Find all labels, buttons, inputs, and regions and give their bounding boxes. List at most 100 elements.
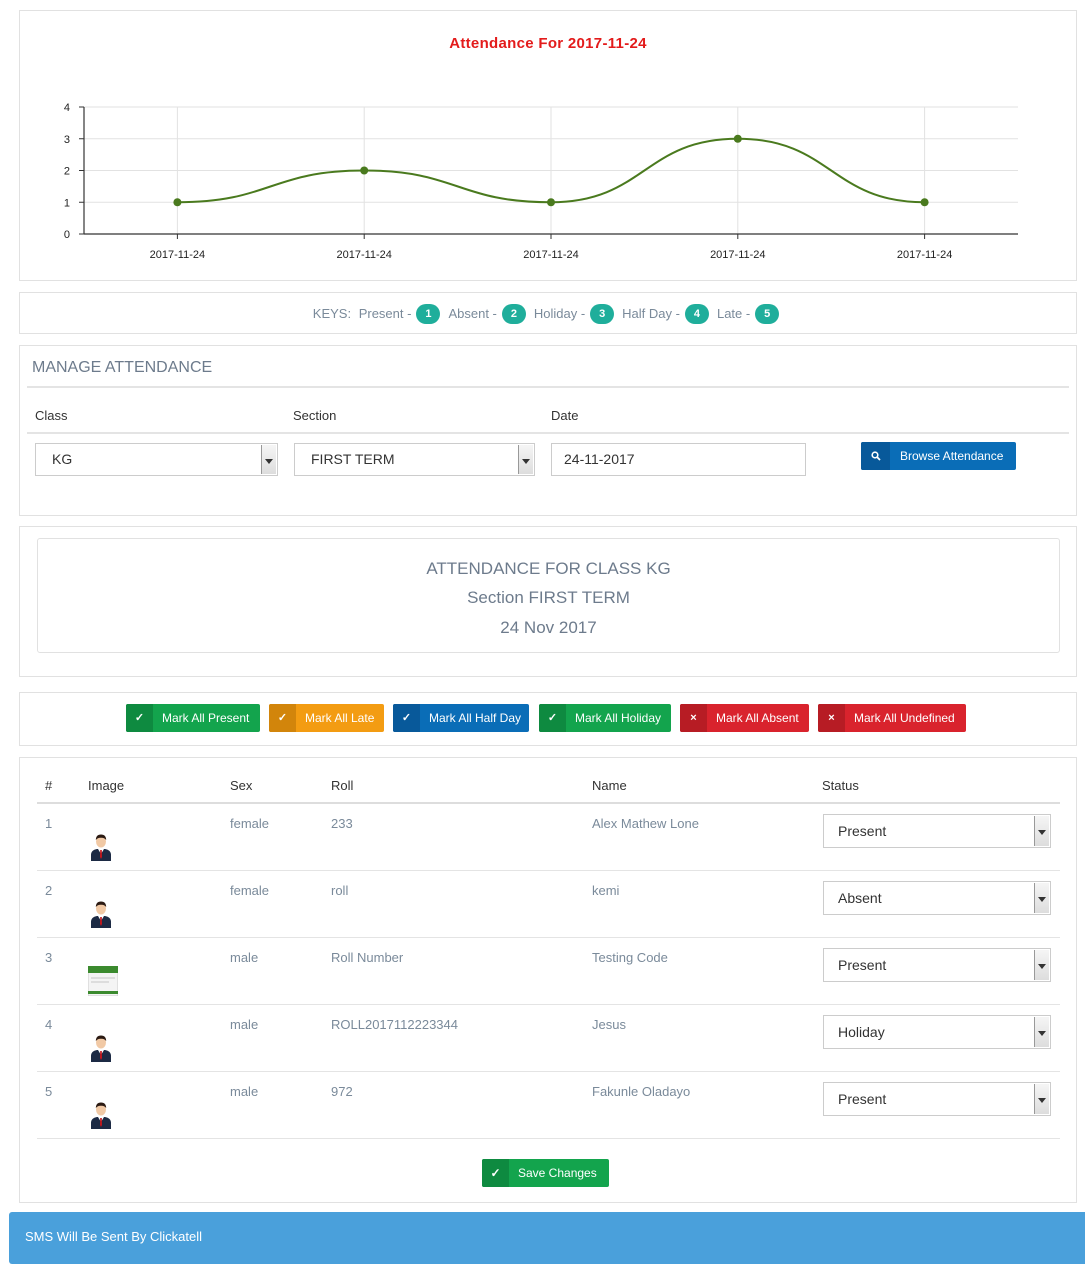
y-tick-label: 4 (64, 102, 70, 114)
y-tick-label: 1 (64, 197, 70, 209)
section-select[interactable]: FIRST TERM (294, 443, 535, 476)
browse-attendance-button[interactable]: Browse Attendance (861, 442, 1016, 470)
row-roll: 233 (331, 816, 353, 831)
mark-all-button[interactable]: ✓ Mark All Late (269, 704, 384, 732)
status-select-value: Present (838, 957, 887, 973)
key-label: Holiday - (533, 306, 586, 321)
date-label: Date (551, 408, 579, 423)
row-roll: roll (331, 883, 349, 898)
mark-all-button-label: Mark All Present (162, 711, 250, 725)
dropdown-arrow-icon[interactable] (261, 445, 276, 474)
class-summary-box: ATTENDANCE FOR CLASS KG Section FIRST TE… (37, 538, 1060, 653)
check-icon: ✓ (482, 1159, 509, 1187)
dropdown-arrow-icon[interactable] (1034, 1017, 1049, 1047)
class-select-value: KG (52, 451, 73, 467)
check-icon: ✓ (393, 704, 420, 732)
key-item: Present - 1 (355, 293, 441, 334)
row-number: 1 (45, 816, 53, 831)
key-item: Holiday - 3 (530, 293, 615, 334)
key-code-badge: 1 (416, 303, 441, 324)
dropdown-arrow-icon[interactable] (1034, 816, 1049, 846)
col-header-roll: Roll (331, 778, 354, 793)
mark-all-button[interactable]: × Mark All Absent (680, 704, 809, 732)
class-select[interactable]: KG (35, 443, 278, 476)
key-item: Half Day - 4 (618, 293, 709, 334)
key-label: Late - (716, 306, 751, 321)
status-select-value: Holiday (838, 1024, 885, 1040)
dropdown-arrow-icon[interactable] (1034, 1084, 1049, 1114)
data-point (173, 198, 182, 207)
mark-all-button[interactable]: ✓ Mark All Half Day (393, 704, 529, 732)
key-code-badge: 4 (684, 303, 709, 324)
row-roll: 972 (331, 1084, 353, 1099)
row-number: 5 (45, 1084, 53, 1099)
col-header-status: Status (822, 778, 859, 793)
mark-all-button-label: Mark All Half Day (429, 711, 522, 725)
manage-attendance-panel: MANAGE ATTENDANCE Class Section Date KG … (19, 345, 1077, 516)
close-icon: × (818, 704, 845, 732)
mark-all-button-label: Mark All Holiday (575, 711, 662, 725)
sms-info-text: SMS Will Be Sent By Clickatell (25, 1229, 202, 1244)
class-summary-panel: ATTENDANCE FOR CLASS KG Section FIRST TE… (19, 526, 1077, 677)
x-tick-label: 2017-11-24 (523, 249, 578, 261)
section-select-value: FIRST TERM (311, 451, 395, 467)
save-changes-button[interactable]: ✓ Save Changes (482, 1159, 609, 1187)
check-icon: ✓ (539, 704, 566, 732)
status-select[interactable]: Present (823, 1082, 1051, 1116)
mark-all-button[interactable]: ✓ Mark All Holiday (539, 704, 671, 732)
status-select[interactable]: Absent (823, 881, 1051, 915)
class-label: Class (35, 408, 68, 423)
summary-date: 24 Nov 2017 (500, 618, 597, 637)
key-code-badge: 3 (590, 303, 615, 324)
row-sex: male (230, 1084, 259, 1099)
row-name: kemi (592, 883, 620, 898)
x-tick-label: 2017-11-24 (897, 249, 952, 261)
mark-all-button[interactable]: ✓ Mark All Present (126, 704, 260, 732)
col-header-image: Image (88, 778, 125, 793)
check-icon: ✓ (126, 704, 153, 732)
date-input[interactable]: 24-11-2017 (551, 443, 806, 476)
mark-all-button[interactable]: × Mark All Undefined (818, 704, 966, 732)
dropdown-arrow-icon[interactable] (518, 445, 533, 474)
row-sex: male (230, 950, 259, 965)
x-tick-label: 2017-11-24 (336, 249, 391, 261)
table-row: 1 female 233 Alex Mathew Lone Present (37, 804, 1060, 871)
search-icon (861, 442, 890, 470)
y-tick-label: 2 (64, 166, 70, 178)
mark-all-panel: ✓ Mark All Present ✓ Mark All Late ✓ Mark All… (19, 692, 1077, 746)
data-point (733, 134, 742, 143)
dropdown-arrow-icon[interactable] (1034, 883, 1049, 913)
x-tick-label: 2017-11-24 (150, 249, 205, 261)
summary-section: Section FIRST TERM (467, 588, 630, 607)
table-row: 4 male ROLL2017112223344 Jesus Holiday (37, 1005, 1060, 1072)
student-avatar-icon (89, 831, 113, 861)
dropdown-arrow-icon[interactable] (1034, 950, 1049, 980)
data-point (547, 198, 555, 207)
status-select[interactable]: Present (823, 948, 1051, 982)
key-label: Absent - (448, 306, 497, 321)
col-header-sex: Sex (230, 778, 253, 793)
key-label: Half Day - (622, 306, 680, 321)
key-item: Late - 5 (713, 293, 780, 334)
row-name: Testing Code (592, 950, 668, 965)
col-header-number: # (45, 778, 53, 793)
row-roll: Roll Number (331, 950, 404, 965)
student-avatar-icon (89, 1099, 113, 1129)
table-row: 2 female roll kemi Absent (37, 871, 1060, 938)
key-code-badge: 2 (501, 303, 526, 324)
status-select-value: Present (838, 823, 887, 839)
summary-class: ATTENDANCE FOR CLASS KG (426, 559, 671, 578)
keys-list: Present - 1 Absent - 2 Holiday - 3 Half Day - 4… (355, 303, 784, 324)
student-avatar-icon (89, 1032, 113, 1062)
status-select[interactable]: Present (823, 814, 1051, 848)
key-label: Present - (358, 306, 412, 321)
mark-all-button-label: Mark All Late (305, 711, 375, 725)
attendance-line-chart: 0 1 2 3 4 2017-11-24 2017-11-24 2017-11-24 2017-… (64, 102, 1018, 261)
browse-attendance-label: Browse Attendance (900, 449, 1004, 463)
table-row: 3 male Roll Number Testing Code Present (37, 938, 1060, 1005)
mark-all-button-label: Mark All Absent (716, 711, 799, 725)
row-roll: ROLL2017112223344 (331, 1017, 458, 1032)
key-code-badge: 5 (755, 303, 780, 324)
data-point (360, 166, 369, 175)
status-select[interactable]: Holiday (823, 1015, 1051, 1049)
